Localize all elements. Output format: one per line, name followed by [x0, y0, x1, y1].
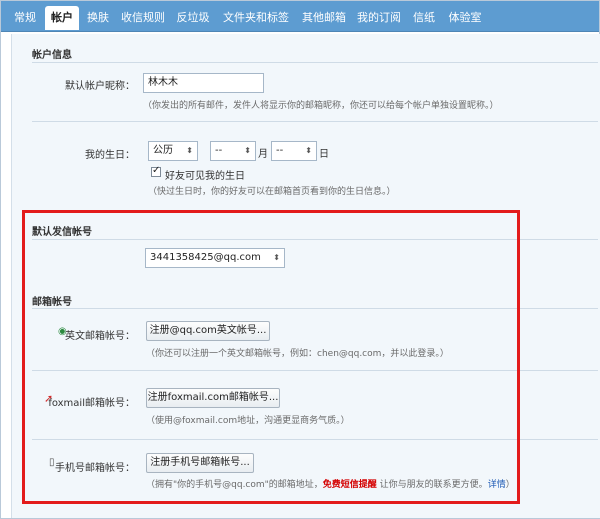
tab-mail-rules[interactable]: 收信规则 — [117, 6, 169, 30]
red-highlight-box — [22, 210, 520, 504]
tab-lab[interactable]: 体验室 — [443, 6, 487, 30]
tab-folders-labels[interactable]: 文件夹和标签 — [217, 6, 295, 30]
friends-visible-checkbox[interactable] — [151, 165, 161, 177]
day-value: -- — [276, 145, 284, 156]
nickname-label: 默认帐户昵称： — [65, 81, 135, 92]
tab-account[interactable]: 帐户 — [45, 6, 79, 30]
day-suffix: 日 — [319, 149, 329, 160]
tab-skin[interactable]: 换肤 — [81, 6, 115, 30]
nickname-input[interactable]: 林木木 — [143, 73, 264, 93]
nickname-description: （你发出的所有邮件，发件人将显示你的邮箱昵称，你还可以给每个帐户单独设置昵称。） — [143, 101, 499, 111]
day-select[interactable]: -- ⬍ — [271, 141, 317, 161]
account-info-title: 帐户信息 — [32, 50, 72, 61]
friends-visible-label: 好友可见我的生日 — [165, 171, 245, 182]
tab-subscriptions[interactable]: 我的订阅 — [353, 6, 405, 30]
birthday-description: （快过生日时，你的好友可以在邮箱首页看到你的生日信息。） — [148, 187, 396, 197]
month-value: -- — [215, 145, 223, 156]
tab-anti-spam[interactable]: 反垃圾 — [171, 6, 215, 30]
tab-stationery[interactable]: 信纸 — [407, 6, 441, 30]
birthday-label: 我的生日： — [85, 150, 135, 161]
calendar-type-value: 公历 — [153, 145, 173, 156]
tab-general[interactable]: 常规 — [7, 6, 43, 30]
month-select[interactable]: -- ⬍ — [210, 141, 256, 161]
divider — [32, 121, 598, 122]
select-arrow-icon: ⬍ — [244, 146, 251, 155]
settings-frame: 常规 帐户 换肤 收信规则 反垃圾 文件夹和标签 其他邮箱 我的订阅 信纸 体验… — [0, 0, 600, 519]
tab-other-mailboxes[interactable]: 其他邮箱 — [297, 6, 351, 30]
select-arrow-icon: ⬍ — [305, 146, 312, 155]
select-arrow-icon: ⬍ — [186, 146, 193, 155]
settings-tab-bar: 常规 帐户 换肤 收信规则 反垃圾 文件夹和标签 其他邮箱 我的订阅 信纸 体验… — [1, 1, 599, 32]
month-suffix: 月 — [258, 149, 268, 160]
divider — [32, 62, 598, 63]
calendar-type-select[interactable]: 公历 ⬍ — [148, 141, 198, 161]
